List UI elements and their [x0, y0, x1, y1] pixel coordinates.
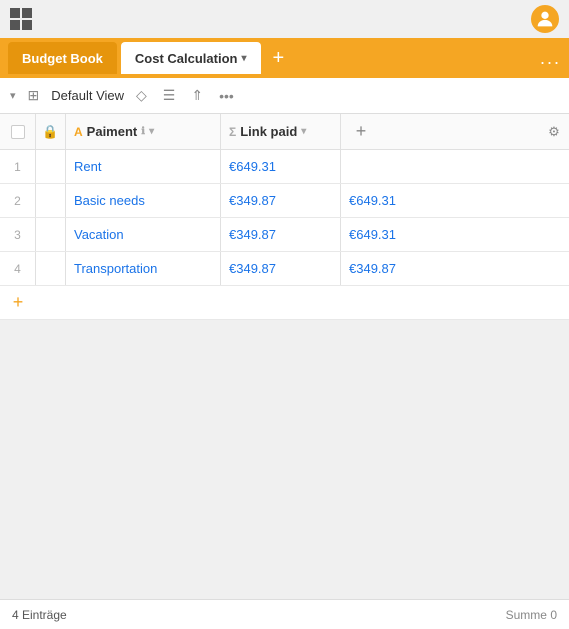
- table-row: 2 Basic needs €349.87 €649.31: [0, 184, 569, 218]
- row-2-paiment[interactable]: €349.87: [221, 184, 341, 217]
- windows-icon[interactable]: [10, 8, 32, 30]
- header-lock-col: 🔒: [36, 114, 66, 149]
- linkpaid-sort-icon[interactable]: ▾: [301, 126, 306, 137]
- table-header: 🔒 A Paiment ℹ ▾ Σ Link paid ▾ + ⚙: [0, 114, 569, 150]
- paiment-sort-icon[interactable]: ▾: [149, 126, 154, 137]
- row-3-linkpaid[interactable]: €649.31: [341, 218, 421, 251]
- add-row: +: [0, 286, 569, 320]
- header-add-col[interactable]: +: [341, 114, 381, 149]
- settings-icon: ⚙: [548, 124, 560, 140]
- linkpaid-label: Link paid: [240, 124, 297, 139]
- row-4-linkpaid[interactable]: €349.87: [341, 252, 421, 285]
- tab-cost-calc[interactable]: Cost Calculation ▾: [121, 42, 261, 74]
- table-row: 1 Rent €649.31: [0, 150, 569, 184]
- row-2-name[interactable]: Basic needs: [66, 184, 221, 217]
- filter-icon[interactable]: ☰: [159, 85, 180, 106]
- view-label[interactable]: Default View: [51, 88, 124, 103]
- bookmark-icon[interactable]: ◇: [132, 85, 151, 106]
- user-avatar[interactable]: [531, 5, 559, 33]
- row-1-linkpaid[interactable]: [341, 150, 421, 183]
- entries-count: 4 Einträge: [12, 608, 67, 622]
- row-2-linkpaid[interactable]: €649.31: [341, 184, 421, 217]
- row-1-num: 1: [0, 150, 36, 183]
- row-1-lock: [36, 150, 66, 183]
- toolbar-more-icon[interactable]: •••: [215, 86, 238, 106]
- table-container: 🔒 A Paiment ℹ ▾ Σ Link paid ▾ + ⚙ 1 Rent…: [0, 114, 569, 599]
- share-icon[interactable]: ⇑: [187, 85, 207, 106]
- title-bar: [0, 0, 569, 38]
- row-4-name[interactable]: Transportation: [66, 252, 221, 285]
- row-2-lock: [36, 184, 66, 217]
- sum-label: Summe 0: [506, 608, 557, 622]
- paiment-info-icon[interactable]: ℹ: [141, 126, 145, 137]
- tab-cost-calc-chevron: ▾: [241, 53, 246, 64]
- status-bar: 4 Einträge Summe 0: [0, 599, 569, 629]
- row-1-name[interactable]: Rent: [66, 150, 221, 183]
- row-4-paiment[interactable]: €349.87: [221, 252, 341, 285]
- row-3-paiment[interactable]: €349.87: [221, 218, 341, 251]
- row-2-num: 2: [0, 184, 36, 217]
- header-settings-col[interactable]: ⚙: [539, 124, 569, 140]
- row-4-num: 4: [0, 252, 36, 285]
- row-1-paiment[interactable]: €649.31: [221, 150, 341, 183]
- add-tab-button[interactable]: +: [265, 48, 293, 68]
- tab-budget-book[interactable]: Budget Book: [8, 42, 117, 74]
- title-bar-left: [10, 8, 32, 30]
- row-3-num: 3: [0, 218, 36, 251]
- table-row: 4 Transportation €349.87 €349.87: [0, 252, 569, 286]
- toolbar-expand-icon[interactable]: ▾: [10, 89, 16, 102]
- table-row: 3 Vacation €349.87 €649.31: [0, 218, 569, 252]
- header-paiment: A Paiment ℹ ▾: [66, 114, 221, 149]
- row-4-lock: [36, 252, 66, 285]
- empty-area: [0, 320, 569, 599]
- tab-cost-calc-label: Cost Calculation: [135, 51, 238, 66]
- tab-budget-book-label: Budget Book: [22, 51, 103, 66]
- tab-more-button[interactable]: ...: [540, 48, 561, 69]
- row-3-lock: [36, 218, 66, 251]
- row-3-name[interactable]: Vacation: [66, 218, 221, 251]
- tab-bar: Budget Book Cost Calculation ▾ + ...: [0, 38, 569, 78]
- paiment-label: Paiment: [87, 124, 138, 139]
- header-linkpaid: Σ Link paid ▾: [221, 114, 341, 149]
- table-view-icon[interactable]: ⊞: [24, 85, 44, 106]
- add-row-button[interactable]: +: [0, 286, 36, 319]
- add-column-icon: +: [356, 121, 367, 142]
- paiment-type-icon: A: [74, 125, 83, 139]
- header-checkbox-col: [0, 114, 36, 149]
- linkpaid-sum-icon: Σ: [229, 125, 236, 139]
- select-all-checkbox[interactable]: [11, 125, 25, 139]
- toolbar: ▾ ⊞ Default View ◇ ☰ ⇑ •••: [0, 78, 569, 114]
- lock-icon: 🔒: [42, 124, 58, 140]
